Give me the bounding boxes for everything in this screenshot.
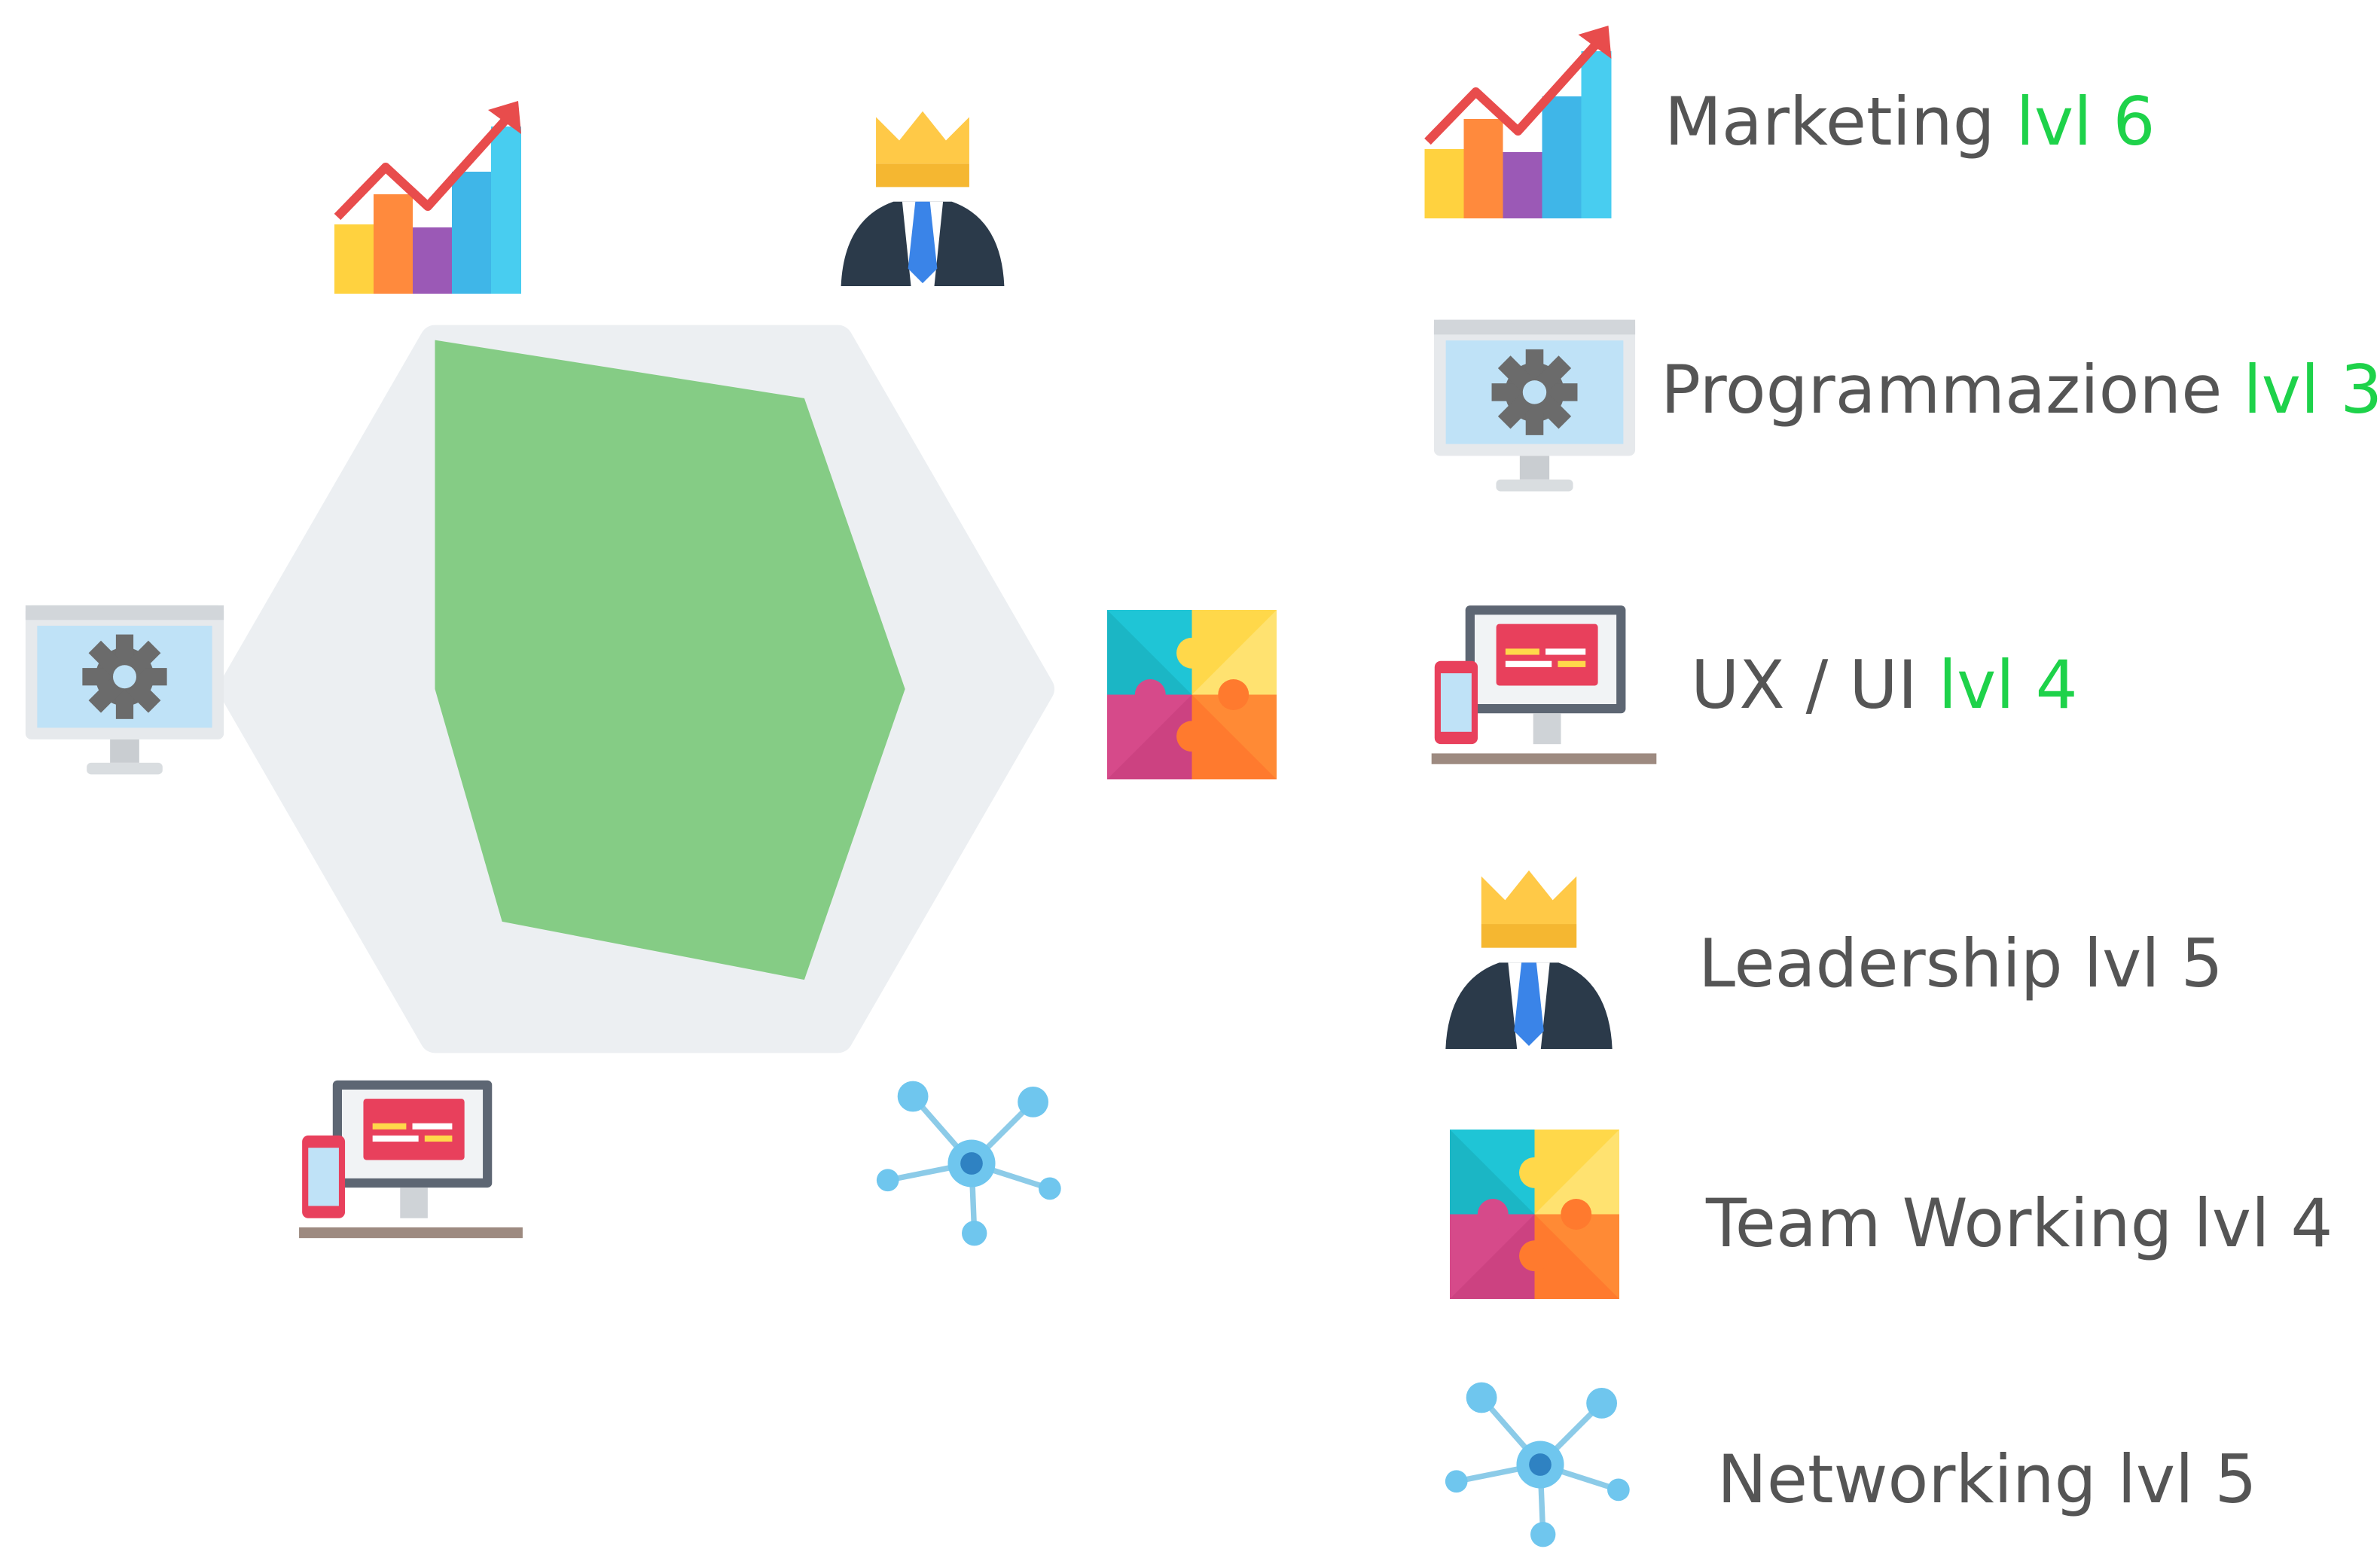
legend-skill-name: Programmazione xyxy=(1661,351,2222,428)
puzzle-icon xyxy=(1107,610,1277,779)
responsive-devices-icon xyxy=(299,1080,523,1239)
growth-chart-icon xyxy=(1425,26,1612,218)
legend-item-leadership: Leadership lvl 5 xyxy=(1698,925,2223,1002)
radar-chart xyxy=(218,325,1054,1053)
responsive-devices-icon xyxy=(1431,605,1657,764)
puzzle-icon xyxy=(1450,1130,1619,1299)
legend-skill-level: lvl 5 xyxy=(2084,925,2223,1002)
legend-skill-name: Team Working xyxy=(1705,1185,2172,1262)
legend-item-marketing: Marketing lvl 6 xyxy=(1664,83,2156,160)
crowned-leader-icon xyxy=(1445,870,1613,1049)
legend-item-networking: Networking lvl 5 xyxy=(1717,1441,2256,1518)
growth-chart-icon xyxy=(334,101,521,294)
network-nodes-icon xyxy=(877,1081,1061,1246)
legend: Marketing lvl 6 Programmazione lvl 3 UX … xyxy=(1425,26,2380,1547)
legend-skill-name: Networking xyxy=(1717,1441,2097,1518)
legend-skill-level: lvl 4 xyxy=(1939,646,2078,724)
monitor-gear-icon xyxy=(1433,319,1636,492)
legend-skill-level: lvl 3 xyxy=(2243,351,2380,428)
skills-radar-infographic: Marketing lvl 6 Programmazione lvl 3 UX … xyxy=(25,0,2380,1558)
monitor-gear-icon xyxy=(25,605,224,775)
legend-skill-level: lvl 5 xyxy=(2118,1441,2257,1518)
legend-skill-name: Marketing xyxy=(1664,83,1995,160)
network-nodes-icon xyxy=(1445,1383,1630,1547)
legend-skill-level: lvl 4 xyxy=(2193,1185,2333,1262)
legend-skill-name: UX / UI xyxy=(1691,646,1918,724)
legend-skill-level: lvl 6 xyxy=(2016,83,2156,160)
legend-item-ux-ui: UX / UI lvl 4 xyxy=(1691,646,2078,724)
legend-item-team-working: Team Working lvl 4 xyxy=(1705,1185,2333,1262)
legend-skill-name: Leadership xyxy=(1698,925,2063,1002)
crowned-leader-icon xyxy=(841,111,1005,286)
legend-item-programmazione: Programmazione lvl 3 xyxy=(1661,351,2380,428)
